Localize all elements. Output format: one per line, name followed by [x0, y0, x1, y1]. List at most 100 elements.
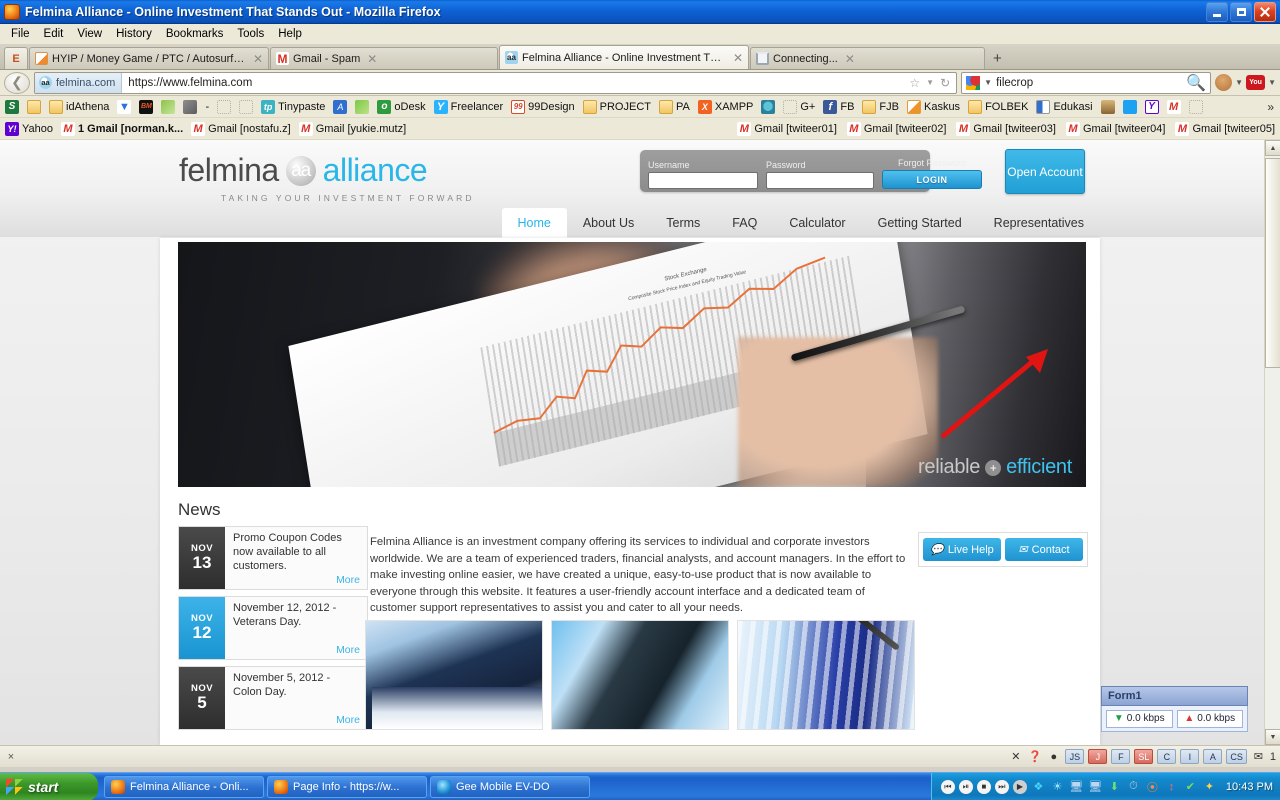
username-input[interactable] [648, 172, 758, 189]
bookmark-item[interactable] [180, 99, 200, 115]
news-more-link[interactable]: More [336, 644, 360, 656]
antivirus-shield-icon[interactable]: ✔ [1183, 779, 1198, 794]
bookmark-item[interactable] [24, 99, 44, 115]
bookmark-item[interactable]: G+ [780, 99, 818, 115]
status-chip-sl[interactable]: SL [1134, 749, 1154, 764]
magic-wand-icon[interactable]: ✦ [1202, 779, 1217, 794]
bookmark-item[interactable]: BM [136, 99, 156, 115]
noscript-icon[interactable]: ✕ [1008, 750, 1023, 764]
media-next-icon[interactable]: ⏭ [994, 779, 1009, 794]
forgot-password-link[interactable]: Forgot Password [898, 158, 966, 168]
taskbar-item-felmina[interactable]: Felmina Alliance - Onli... [104, 775, 264, 798]
news-item[interactable]: NOV 5 November 5, 2012 - Colon Day. More [178, 666, 368, 730]
bookmark-item[interactable]: FJB [859, 99, 902, 115]
new-tab-button[interactable]: + [986, 50, 1009, 69]
open-account-button[interactable]: Open Account [1005, 149, 1085, 194]
bookmark-item[interactable]: o oDesk [374, 99, 428, 115]
search-bar[interactable]: ▼ filecrop 🔍 [961, 71, 1212, 94]
help-badge-icon[interactable]: ❓ [1027, 750, 1042, 764]
back-button[interactable]: ❮ [4, 71, 30, 94]
bookmark-item[interactable] [236, 99, 256, 115]
bookmark-item[interactable]: M Gmail [twiteer03] [953, 121, 1059, 137]
search-input[interactable]: filecrop [996, 77, 1182, 89]
bookmark-item[interactable] [1186, 99, 1206, 115]
bookmark-item[interactable]: Y Freelancer [431, 99, 507, 115]
tab-hyip[interactable]: HYIP / Money Game / PTC / Autosurf | Ka.… [29, 47, 269, 69]
hero-banner[interactable]: Stock Exchange Composite Stock Price Ind… [178, 242, 1086, 487]
thumbnail-bar-chart[interactable] [737, 620, 915, 730]
taskbar-item-gee-mobile[interactable]: Gee Mobile EV-DO [430, 775, 590, 798]
status-chip-j[interactable]: J [1088, 749, 1108, 764]
bookmark-item[interactable]: Y! Yahoo [2, 121, 56, 137]
bookmark-item[interactable]: A [330, 99, 350, 115]
bookmark-item[interactable]: M Gmail [twiteer01] [734, 121, 840, 137]
nav-item-faq[interactable]: FAQ [716, 208, 773, 238]
status-chip-js[interactable]: JS [1065, 749, 1085, 764]
network-error-icon[interactable]: 🖥 [1088, 779, 1103, 794]
live-help-button[interactable]: 💬 Live Help [923, 538, 1001, 561]
bookmark-item[interactable]: M Gmail [yukie.mutz] [296, 121, 409, 137]
youtube-downloader-icon[interactable]: You [1246, 75, 1266, 90]
close-button[interactable] [1254, 1, 1276, 22]
bandwidth-widget[interactable]: Form1 ▼ 0.0 kbps ▲ 0.0 kbps [1101, 686, 1248, 732]
tab-connecting[interactable]: Connecting... ✕ [750, 47, 985, 69]
media-forward-icon[interactable]: ▶ [1012, 779, 1027, 794]
scroll-down-icon[interactable]: ▼ [1265, 729, 1280, 745]
site-logo[interactable]: felmina aa alliance TAKING YOUR INVESTME… [179, 152, 475, 203]
chevron-down-icon[interactable]: ▼ [926, 78, 934, 87]
reload-icon[interactable]: ↻ [940, 76, 950, 90]
contact-button[interactable]: ✉ Contact [1005, 538, 1083, 561]
greasemonkey-icon[interactable] [1215, 74, 1233, 91]
news-more-link[interactable]: More [336, 574, 360, 586]
tab-felmina[interactable]: aa Felmina Alliance - Online Investment … [499, 45, 749, 69]
bookmark-item[interactable]: tp Tinypaste [258, 99, 328, 115]
url-input[interactable]: https://www.felmina.com [122, 77, 903, 89]
menu-file[interactable]: File [4, 26, 37, 42]
download-manager-icon[interactable]: ⬇ [1107, 779, 1122, 794]
menu-edit[interactable]: Edit [37, 26, 71, 42]
tab-close-icon[interactable]: ✕ [364, 52, 377, 66]
menu-bookmarks[interactable]: Bookmarks [159, 26, 231, 42]
menu-help[interactable]: Help [271, 26, 309, 42]
bookmark-item[interactable] [214, 99, 234, 115]
bookmark-item[interactable]: M Gmail [twiteer02] [844, 121, 950, 137]
login-button[interactable]: LOGIN [882, 170, 982, 189]
taskbar-clock[interactable]: 10:43 PM [1226, 781, 1273, 793]
media-stop-icon[interactable]: ■ [976, 779, 991, 794]
start-button[interactable]: start [0, 772, 98, 800]
tab-gmail-spam[interactable]: M Gmail - Spam ✕ [270, 47, 498, 69]
restore-button[interactable] [1230, 1, 1252, 22]
bookmark-item[interactable] [758, 99, 778, 115]
updown-arrows-icon[interactable]: ↕ [1164, 779, 1179, 794]
bookmark-item[interactable] [1098, 99, 1118, 115]
media-prev-icon[interactable]: ⏮ [940, 779, 955, 794]
nav-item-terms[interactable]: Terms [650, 208, 716, 238]
scroll-up-icon[interactable]: ▲ [1265, 140, 1280, 156]
tab-close-icon[interactable]: ✕ [250, 52, 263, 66]
bookmark-item[interactable]: M1 Gmail [norman.k... [58, 121, 186, 137]
bookmark-item[interactable]: 99 99Design [508, 99, 577, 115]
taskbar-item-page-info[interactable]: Page Info - https://w... [267, 775, 427, 798]
bookmark-item[interactable] [1120, 99, 1140, 115]
bookmark-item[interactable]: idAthena [46, 99, 112, 115]
news-item[interactable]: NOV 13 Promo Coupon Codes now available … [178, 526, 368, 590]
chevron-down-icon[interactable]: ▼ [1268, 78, 1276, 87]
page-scrollbar[interactable]: ▲ ▼ [1264, 140, 1280, 745]
bookmark-item[interactable]: X XAMPP [695, 99, 757, 115]
clock-sync-icon[interactable]: ⏱ [1126, 779, 1141, 794]
tab-close-icon[interactable]: ✕ [842, 52, 855, 66]
url-bar[interactable]: aa felmina.com https://www.felmina.com ☆… [34, 71, 958, 94]
password-input[interactable] [766, 172, 874, 189]
status-close-icon[interactable]: × [4, 751, 18, 763]
bookmark-item[interactable]: M Gmail [twiteer04] [1063, 121, 1169, 137]
bookmark-item[interactable]: M Gmail [twiteer05] [1172, 121, 1278, 137]
nav-item-representatives[interactable]: Representatives [978, 208, 1100, 238]
google-icon[interactable] [966, 75, 981, 90]
network-disconnected-icon[interactable]: 🖥 [1069, 779, 1084, 794]
status-chip-cs[interactable]: CS [1226, 749, 1247, 764]
thumbnail-skyscraper[interactable] [551, 620, 729, 730]
bookmark-item[interactable]: ▼ [114, 99, 134, 115]
menu-history[interactable]: History [109, 26, 159, 42]
bookmark-item[interactable]: M Gmail [nostafu.z] [188, 121, 294, 137]
tab-close-icon[interactable]: ✕ [730, 51, 743, 65]
